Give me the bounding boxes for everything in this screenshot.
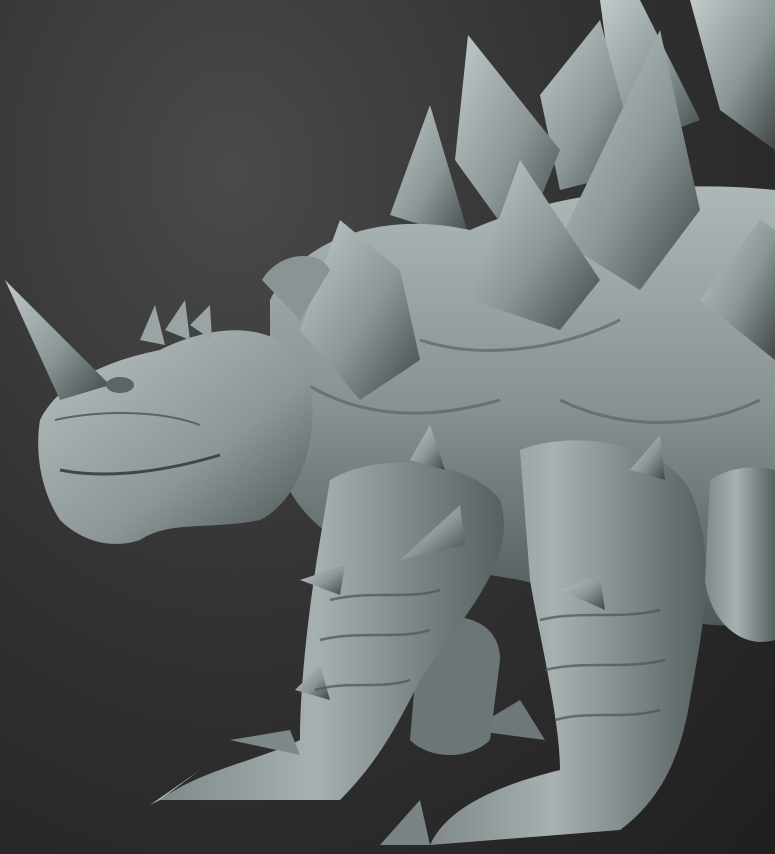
sculpt-viewport[interactable]	[0, 0, 775, 854]
creature-render	[5, 0, 775, 845]
horn	[5, 280, 110, 400]
head	[5, 280, 313, 544]
